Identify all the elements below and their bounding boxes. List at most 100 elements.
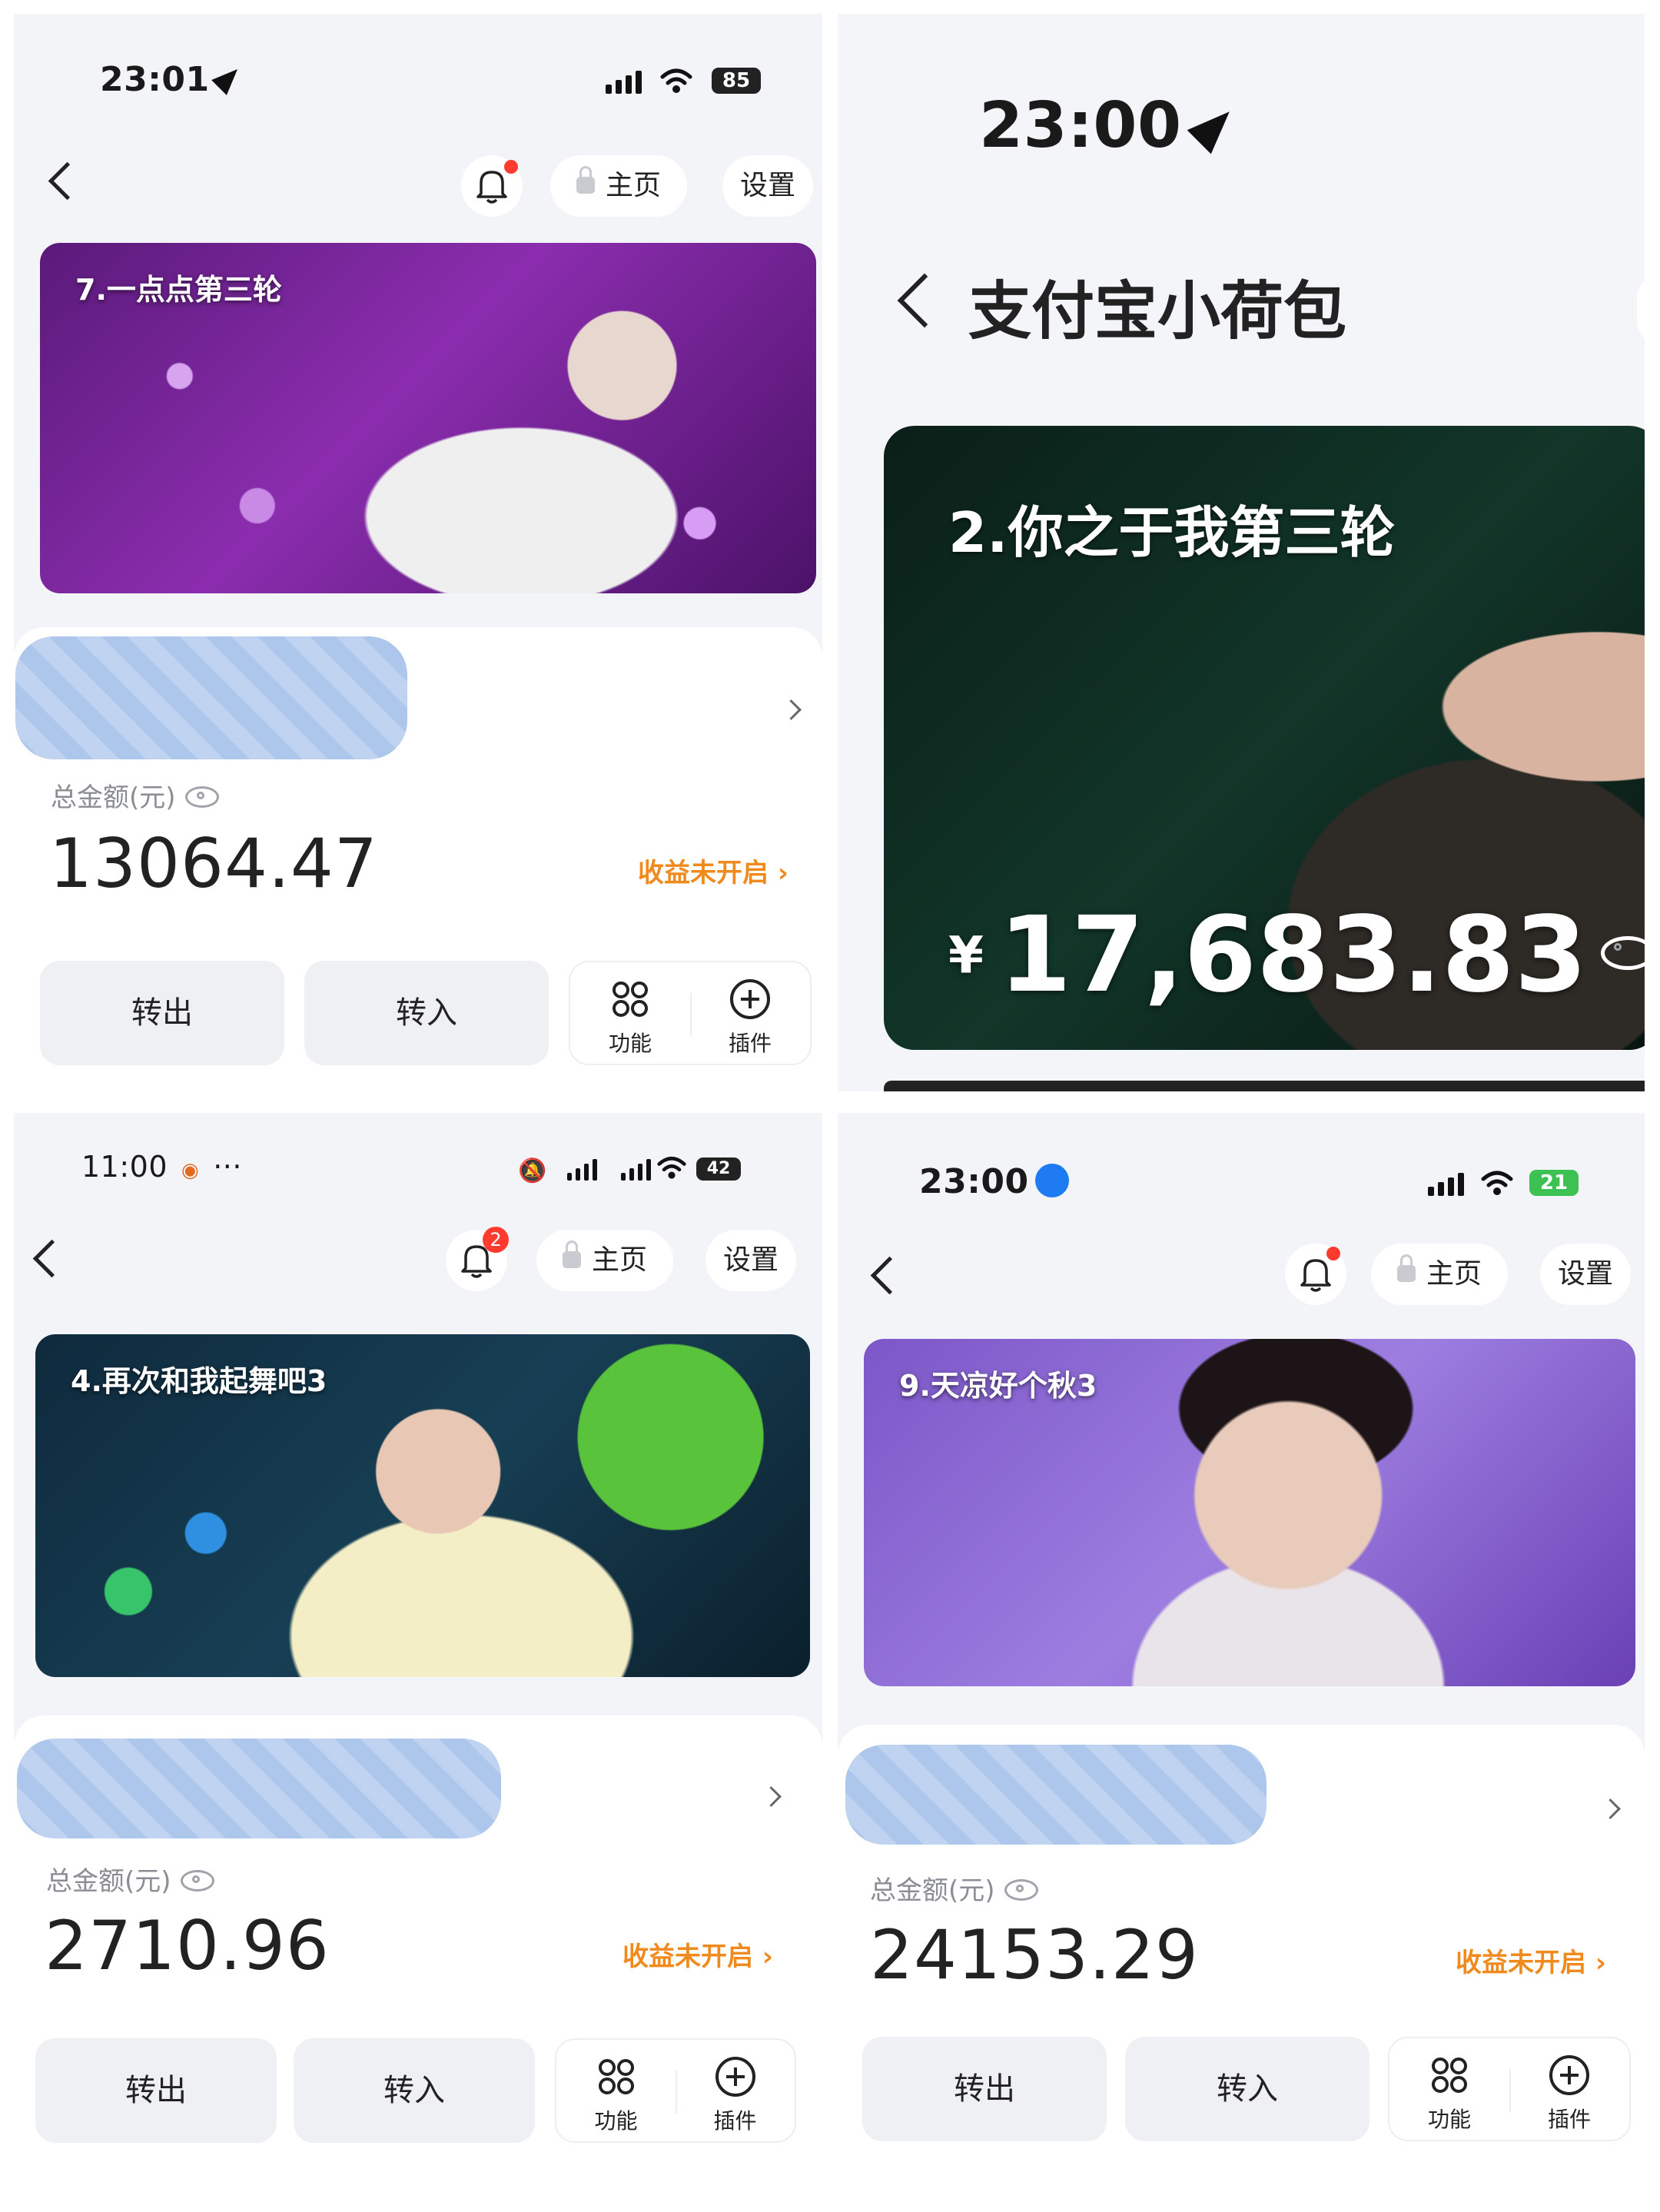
transfer-out-button[interactable]: 转出 [35,2038,277,2143]
balance-card: 总金额(元) 13064.47 收益未开启 › 转出 转入 功能 插件 [14,627,822,1091]
notification-button[interactable] [1285,1244,1346,1305]
transfer-in-button[interactable]: 转入 [1125,2037,1370,2141]
chevron-right-icon[interactable] [1600,1798,1621,1819]
wifi-icon [660,68,692,93]
balance-card: 总金额(元) 2710.96 收益未开启 › 转出 转入 功能 插件 [14,1715,822,2197]
wifi-icon [1481,1171,1513,1195]
screenshot-panel-4: 23:00 21 主页 设置 9.天凉好个秋3 总金额(元) 24153.29 … [838,1113,1645,2197]
transfer-in-button[interactable]: 转入 [294,2038,535,2143]
location-icon [211,61,245,95]
redacted-account-name [15,636,407,759]
signal-icon-sim1 [567,1159,597,1181]
yield-status-link[interactable]: 收益未开启 › [1456,1941,1606,1979]
notification-dot [1326,1247,1340,1260]
screenshot-panel-2: 23:00 支付宝小荷包 2.你之于我第三轮 ¥ 17,683.83 [838,14,1645,1091]
total-amount: 13064.47 [49,824,378,903]
total-amount: 2710.96 [45,1906,330,1985]
home-button[interactable]: 主页 [550,155,687,217]
settings-button[interactable]: 设置 [706,1230,796,1291]
notification-dot [504,160,518,174]
currency-symbol: ¥ [948,925,984,985]
status-time: 23:00 [919,1162,1069,1201]
tools-box: 功能 插件 [1388,2037,1631,2141]
plugins-button[interactable]: 插件 [690,962,810,1064]
total-amount: 17,683.83 [998,895,1588,1016]
back-button[interactable] [897,273,952,328]
bell-icon [1300,1259,1331,1292]
notification-count: 2 [483,1227,509,1253]
wifi-icon [657,1157,686,1179]
eye-icon[interactable] [1600,936,1645,970]
lock-icon [562,1241,581,1268]
total-amount-label: 总金额(元) [51,776,219,814]
functions-label: 功能 [1427,2107,1471,2132]
theme-banner[interactable]: 7.一点点第三轮 [40,243,816,593]
tools-box: 功能 插件 [555,2038,796,2143]
battery-indicator: 85 [712,68,761,94]
tools-box: 功能 插件 [569,961,812,1065]
screenshot-panel-3: 11:00 ◉ ··· 🔕 42 2 主页 设置 4.再次和我起舞吧3 总金额(元)… [14,1113,822,2197]
grid-icon [613,981,648,1017]
chevron-right-icon[interactable] [781,699,802,720]
redacted-account-name [845,1745,1267,1845]
eye-icon[interactable] [184,785,219,808]
transfer-out-button[interactable]: 转出 [862,2037,1107,2141]
status-time: 23:00 [979,89,1241,162]
notification-button[interactable]: 2 [446,1227,509,1291]
settings-button[interactable]: 设置 [722,155,813,217]
functions-label: 功能 [594,2108,638,2134]
home-button[interactable]: 主页 [536,1230,673,1291]
total-amount: 24153.29 [870,1915,1199,1994]
transfer-out-button[interactable]: 转出 [40,961,284,1065]
side-control[interactable] [1637,275,1645,344]
card-edge [884,1081,1645,1091]
plugins-label: 插件 [728,1031,772,1056]
plugins-button[interactable]: 插件 [676,2040,795,2141]
more-icon: ··· [213,1150,242,1184]
plugins-button[interactable]: 插件 [1509,2038,1629,2140]
battery-indicator: 21 [1529,1170,1579,1196]
back-button[interactable] [870,1256,909,1295]
plugins-label: 插件 [713,2108,757,2134]
total-amount-label: 总金额(元) [870,1869,1038,1907]
redacted-account-name [17,1739,501,1838]
theme-banner[interactable]: 2.你之于我第三轮 ¥ 17,683.83 [884,426,1645,1050]
yield-status-link[interactable]: 收益未开启 › [638,852,788,889]
location-icon [1034,1164,1069,1197]
lock-icon [1396,1254,1416,1282]
theme-banner[interactable]: 9.天凉好个秋3 [864,1339,1635,1686]
eye-icon[interactable] [1004,1878,1038,1901]
grid-icon [598,2059,634,2094]
plus-circle-icon [715,2057,755,2097]
banner-title: 7.一点点第三轮 [75,273,282,307]
lock-icon [576,166,595,194]
functions-button[interactable]: 功能 [1389,2038,1509,2140]
back-button[interactable] [32,1239,71,1278]
total-amount-label: 总金额(元) [46,1860,214,1898]
functions-button[interactable]: 功能 [570,962,690,1064]
transfer-in-button[interactable]: 转入 [304,961,549,1065]
yield-status-link[interactable]: 收益未开启 › [622,1935,773,1973]
eye-icon[interactable] [180,1869,214,1891]
plus-circle-icon [730,979,770,1019]
bell-icon [476,171,507,204]
screenshot-panel-1: 23:01 85 主页 设置 7.一点点第三轮 总金额(元) 13064.47 … [14,14,822,1091]
back-button[interactable] [48,161,87,201]
battery-indicator: 42 [696,1157,741,1181]
signal-icon [606,71,642,94]
home-button[interactable]: 主页 [1371,1244,1508,1305]
functions-button[interactable]: 功能 [556,2040,676,2141]
signal-icon-sim2 [621,1159,651,1181]
grid-icon [1432,2058,1467,2093]
notification-button[interactable] [461,155,523,217]
banner-title: 4.再次和我起舞吧3 [71,1364,327,1398]
chevron-right-icon[interactable] [761,1786,782,1807]
app-notification-icon: ◉ [181,1159,200,1182]
theme-banner[interactable]: 4.再次和我起舞吧3 [35,1334,810,1677]
banner-title: 9.天凉好个秋3 [899,1369,1097,1403]
status-time: 11:00 ◉ ··· [81,1150,242,1184]
settings-button[interactable]: 设置 [1540,1244,1631,1305]
status-time: 23:01 [100,60,245,99]
location-icon [1187,99,1241,154]
plugins-label: 插件 [1547,2107,1591,2132]
